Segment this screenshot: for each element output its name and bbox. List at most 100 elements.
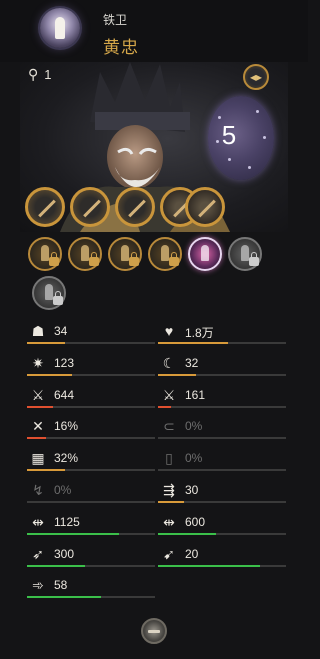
stat-item: ⇶ 30 [158,481,286,503]
collapse-icon[interactable] [141,618,167,644]
speed-icon: ⇹ [32,513,44,530]
stat-bar-fill [27,342,66,344]
lock-icon [89,252,99,266]
stat-bar [158,469,286,472]
stat-bar [27,405,155,408]
speed-icon: ⇹ [163,513,175,530]
spark-icon: ✷ [32,354,44,371]
stat-value: 0% [185,419,203,434]
sword-icon[interactable] [70,187,110,227]
stat-value: 1125 [54,514,80,529]
header: 铁卫 黄忠 [0,0,308,62]
attack-icon: ⚔ [31,386,45,403]
level-indicator: ⚲ 1 [28,66,52,83]
stat-bar [27,532,155,535]
soldier-skill-icon[interactable] [148,237,182,271]
level-icon: ⚲ [28,66,39,82]
bullet-icon[interactable] [40,8,80,48]
stat-bar-fill [158,342,229,344]
stat-item: ➾ 58 [27,576,155,599]
stat-bar [158,342,286,344]
stat-value: 58 [54,578,68,593]
stat-bar [27,342,155,344]
stat-value: 123 [54,355,75,370]
stat-value: 644 [54,387,75,402]
stat-bar [158,532,286,535]
stat-bar [27,596,155,599]
stat-value: 0% [54,483,72,497]
soldier-skill-icon[interactable] [228,237,262,271]
stat-bar [158,501,286,503]
pierce-icon: ✕ [32,418,44,435]
stat-bar [27,437,155,440]
stat-value: 34 [54,324,68,338]
soldier-figure-icon [81,245,89,261]
stat-bar [27,373,155,376]
stat-bar-fill [27,405,53,408]
stat-bar-fill [27,596,102,599]
lock-icon [49,252,59,266]
soldier-skill-icon[interactable] [108,237,142,271]
stat-item: ☗ 34 [27,322,155,344]
stat-bar-fill [158,405,171,408]
stat-bar-fill [27,564,85,567]
stat-bar-fill [27,532,120,535]
stat-value: 600 [185,514,206,529]
lock-icon [129,252,139,266]
stat-bar-fill [158,501,184,503]
soldier-figure-icon [45,284,53,300]
stat-value: 32% [54,451,79,466]
soldier-skill-icon[interactable] [68,237,102,271]
stat-bar [27,501,155,503]
stat-bar [158,373,286,376]
stat-item: ♥ 1.8万 [158,322,286,344]
soldier-skill-icon[interactable] [28,237,62,271]
stat-bar-fill [158,564,261,567]
stat-value: 20 [185,546,199,561]
stat-item: ☾ 32 [158,354,286,376]
charge-icon: ➾ [32,577,44,594]
lock-icon [53,291,63,305]
stat-bar-fill [27,373,72,376]
stat-bar-fill [158,532,216,535]
stat-bar-fill [27,469,66,472]
soldier-skill-icon[interactable] [32,276,66,310]
stat-bar [27,469,155,472]
lock-icon [169,252,179,266]
heart-icon: ♥ [164,323,174,339]
stat-value: 300 [54,546,75,561]
soldier-figure-icon [241,245,249,261]
horse-icon[interactable] [185,187,225,227]
sickle-icon: ☾ [162,354,176,371]
bow-icon: ➶ [32,545,44,562]
stat-bar [158,564,286,567]
kick-icon: ↯ [32,482,44,498]
command-icon: ☗ [31,323,45,339]
stat-bar-fill [158,373,197,376]
soldier-figure-icon [201,245,209,261]
stat-value: 161 [185,387,206,402]
stat-bar [158,405,286,408]
swap-button[interactable]: ◂▸ [243,64,269,90]
stat-bar [158,437,286,440]
arrows-icon: ⇶ [163,482,175,498]
stat-item: ✷ 123 [27,354,155,376]
sword-icon[interactable] [25,187,65,227]
attack-icon: ⚔ [162,386,176,403]
stat-item: ✕ 16% [27,417,155,440]
stat-item: ⚔ 161 [158,386,286,408]
stat-item: ▯ 0% [158,449,286,472]
class-name: 铁卫 [103,13,128,27]
sword-icon[interactable] [115,187,155,227]
stat-item: ⊂ 0% [158,417,286,440]
soldier-figure-icon [41,245,49,261]
stat-item: ▦ 32% [27,449,155,472]
stat-item: ⇹ 600 [158,513,286,535]
shield-icon: ▯ [165,450,173,467]
hero-name: 黄忠 [103,38,139,57]
lock-icon [249,252,259,266]
special-skill-icon[interactable] [188,237,222,271]
stat-value: 32 [185,355,199,370]
soldier-figure-icon [161,245,169,261]
level-value: 1 [44,67,52,82]
